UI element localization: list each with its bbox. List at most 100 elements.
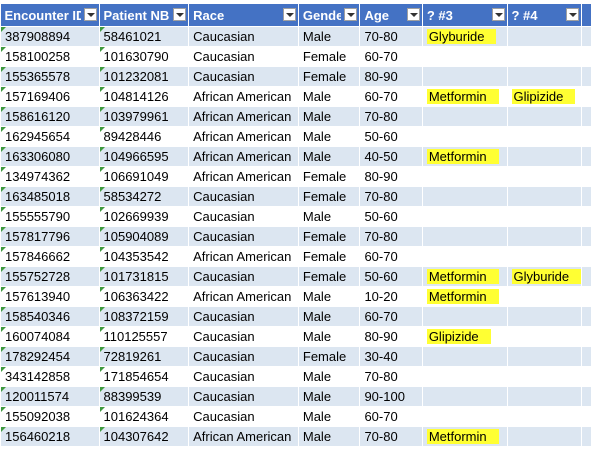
cell-gender[interactable]: Male bbox=[297, 406, 361, 427]
filter-dropdown-icon[interactable] bbox=[406, 8, 420, 21]
cell-med-4[interactable] bbox=[506, 306, 583, 327]
cell-age[interactable]: 80-90 bbox=[359, 166, 423, 187]
cell-gender[interactable]: Male bbox=[297, 106, 361, 127]
cell-med-4[interactable] bbox=[506, 386, 583, 407]
cell-next[interactable] bbox=[581, 206, 592, 227]
cell-next[interactable] bbox=[581, 286, 592, 307]
cell-age[interactable]: 70-80 bbox=[359, 226, 423, 247]
cell-age[interactable]: 60-70 bbox=[359, 246, 423, 267]
cell-patient-nbr[interactable]: 108372159 bbox=[98, 306, 190, 327]
cell-encounter-id[interactable]: 155752728 bbox=[0, 266, 100, 287]
cell-next[interactable] bbox=[581, 326, 592, 347]
cell-patient-nbr[interactable]: 101624364 bbox=[98, 406, 190, 427]
cell-race[interactable]: Caucasian bbox=[188, 386, 299, 407]
cell-age[interactable]: 90-100 bbox=[359, 386, 423, 407]
cell-gender[interactable]: Male bbox=[297, 366, 361, 387]
cell-next[interactable] bbox=[581, 106, 592, 127]
cell-race[interactable]: Caucasian bbox=[188, 26, 299, 47]
cell-med-4[interactable] bbox=[506, 186, 583, 207]
cell-encounter-id[interactable]: 155365578 bbox=[0, 66, 100, 87]
cell-age[interactable]: 50-60 bbox=[359, 206, 423, 227]
cell-patient-nbr[interactable]: 106691049 bbox=[98, 166, 190, 187]
cell-race[interactable]: Caucasian bbox=[188, 366, 299, 387]
cell-med-4[interactable] bbox=[506, 66, 583, 87]
filter-dropdown-icon[interactable] bbox=[282, 8, 296, 21]
cell-encounter-id[interactable]: 160074084 bbox=[0, 326, 100, 347]
cell-patient-nbr[interactable]: 101731815 bbox=[98, 266, 190, 287]
filter-dropdown-icon[interactable] bbox=[83, 8, 97, 21]
cell-gender[interactable]: Male bbox=[297, 86, 361, 107]
cell-next[interactable] bbox=[581, 66, 592, 87]
cell-patient-nbr[interactable]: 106363422 bbox=[98, 286, 190, 307]
cell-next[interactable] bbox=[581, 26, 592, 47]
header-encounter-id[interactable]: Encounter ID bbox=[0, 4, 100, 27]
cell-patient-nbr[interactable]: 89428446 bbox=[98, 126, 190, 147]
cell-med-3[interactable] bbox=[421, 306, 508, 327]
cell-patient-nbr[interactable]: 105904089 bbox=[98, 226, 190, 247]
cell-med-3[interactable] bbox=[421, 206, 508, 227]
cell-med-4[interactable] bbox=[506, 166, 583, 187]
cell-encounter-id[interactable]: 155555790 bbox=[0, 206, 100, 227]
cell-gender[interactable]: Male bbox=[297, 26, 361, 47]
cell-gender[interactable]: Male bbox=[297, 426, 361, 447]
cell-patient-nbr[interactable]: 104966595 bbox=[98, 146, 190, 167]
cell-patient-nbr[interactable]: 101630790 bbox=[98, 46, 190, 67]
cell-encounter-id[interactable]: 158540346 bbox=[0, 306, 100, 327]
cell-gender[interactable]: Female bbox=[297, 166, 361, 187]
cell-med-4[interactable] bbox=[506, 326, 583, 347]
cell-med-3[interactable] bbox=[421, 126, 508, 147]
cell-age[interactable]: 80-90 bbox=[359, 66, 423, 87]
cell-gender[interactable]: Female bbox=[297, 66, 361, 87]
cell-encounter-id[interactable]: 178292454 bbox=[0, 346, 100, 367]
cell-med-3[interactable]: Metformin bbox=[421, 426, 508, 447]
cell-age[interactable]: 60-70 bbox=[359, 86, 423, 107]
cell-med-4[interactable] bbox=[506, 126, 583, 147]
filter-dropdown-icon[interactable] bbox=[173, 8, 187, 21]
cell-med-3[interactable]: Metformin bbox=[421, 86, 508, 107]
cell-next[interactable] bbox=[581, 226, 592, 247]
cell-encounter-id[interactable]: 157846662 bbox=[0, 246, 100, 267]
cell-age[interactable]: 60-70 bbox=[359, 46, 423, 67]
cell-med-4[interactable] bbox=[506, 366, 583, 387]
cell-encounter-id[interactable]: 343142858 bbox=[0, 366, 100, 387]
cell-encounter-id[interactable]: 156460218 bbox=[0, 426, 100, 447]
cell-med-4[interactable]: Glyburide bbox=[506, 266, 583, 287]
cell-patient-nbr[interactable]: 104307642 bbox=[98, 426, 190, 447]
cell-gender[interactable]: Male bbox=[297, 146, 361, 167]
cell-med-3[interactable] bbox=[421, 106, 508, 127]
cell-encounter-id[interactable]: 162945654 bbox=[0, 126, 100, 147]
filter-dropdown-icon[interactable] bbox=[344, 8, 358, 21]
cell-age[interactable]: 60-70 bbox=[359, 306, 423, 327]
cell-gender[interactable]: Male bbox=[297, 206, 361, 227]
cell-age[interactable]: 70-80 bbox=[359, 26, 423, 47]
cell-race[interactable]: Caucasian bbox=[188, 346, 299, 367]
cell-gender[interactable]: Male bbox=[297, 126, 361, 147]
cell-med-4[interactable] bbox=[506, 426, 583, 447]
cell-race[interactable]: Caucasian bbox=[188, 406, 299, 427]
cell-encounter-id[interactable]: 157817796 bbox=[0, 226, 100, 247]
cell-med-3[interactable] bbox=[421, 406, 508, 427]
cell-next[interactable] bbox=[581, 406, 592, 427]
cell-encounter-id[interactable]: 155092038 bbox=[0, 406, 100, 427]
cell-gender[interactable]: Female bbox=[297, 266, 361, 287]
header-med-4[interactable]: ? #4 bbox=[507, 4, 583, 27]
cell-next[interactable] bbox=[581, 386, 592, 407]
cell-race[interactable]: African American bbox=[188, 106, 299, 127]
cell-next[interactable] bbox=[581, 366, 592, 387]
cell-next[interactable] bbox=[581, 46, 592, 67]
cell-med-3[interactable] bbox=[421, 166, 508, 187]
cell-race[interactable]: Caucasian bbox=[188, 206, 299, 227]
cell-med-4[interactable] bbox=[506, 106, 583, 127]
cell-patient-nbr[interactable]: 88399539 bbox=[98, 386, 190, 407]
cell-gender[interactable]: Female bbox=[297, 46, 361, 67]
header-gender[interactable]: Gender bbox=[298, 4, 361, 27]
cell-age[interactable]: 80-90 bbox=[359, 326, 423, 347]
cell-race[interactable]: African American bbox=[188, 166, 299, 187]
cell-age[interactable]: 60-70 bbox=[359, 406, 423, 427]
cell-gender[interactable]: Female bbox=[297, 186, 361, 207]
filter-dropdown-icon[interactable] bbox=[566, 8, 580, 21]
cell-med-3[interactable] bbox=[421, 246, 508, 267]
cell-encounter-id[interactable]: 157613940 bbox=[0, 286, 100, 307]
cell-gender[interactable]: Male bbox=[297, 326, 361, 347]
cell-gender[interactable]: Female bbox=[297, 246, 361, 267]
